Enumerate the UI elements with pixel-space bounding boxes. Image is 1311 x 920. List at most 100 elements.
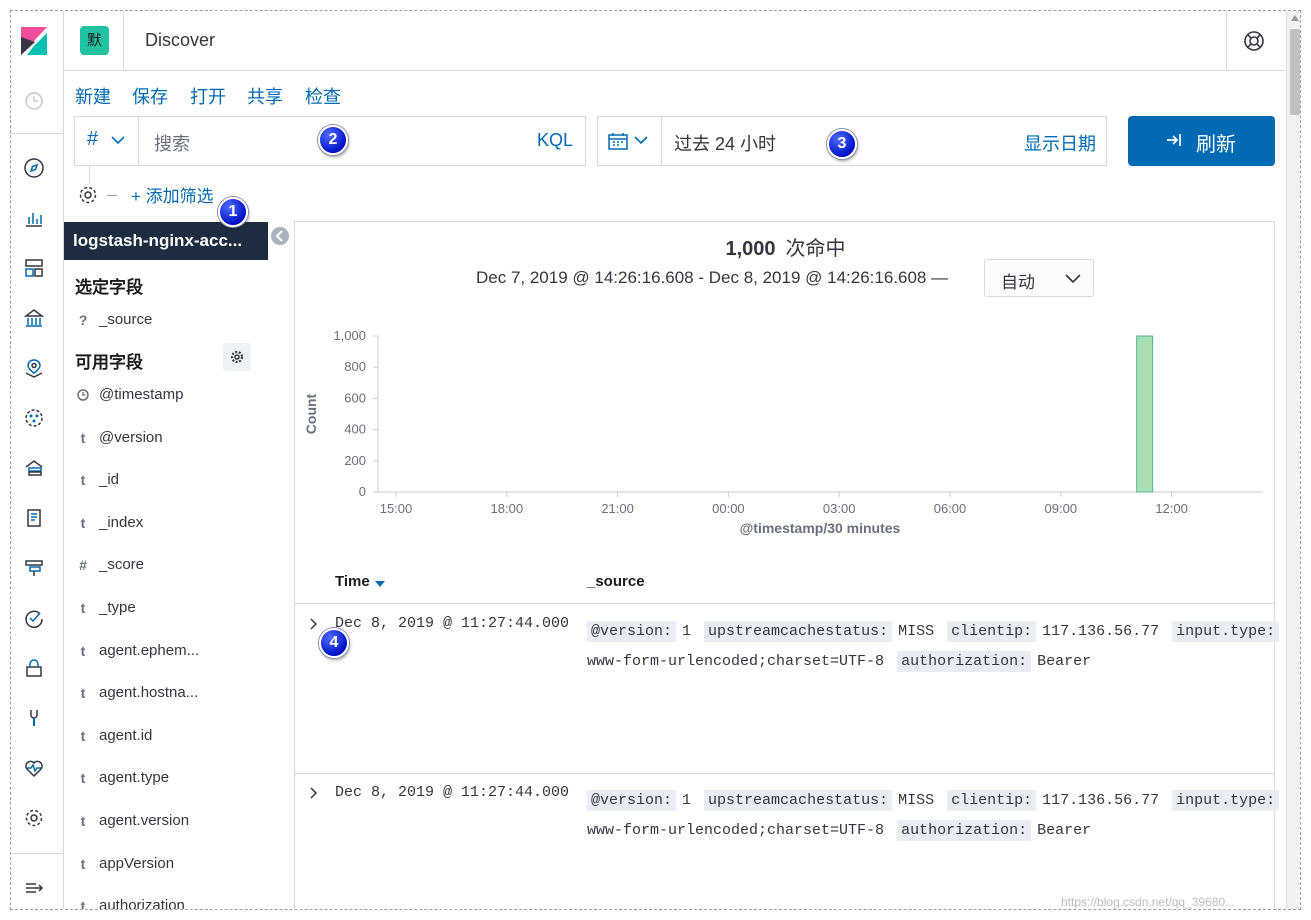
scrollbar-thumb[interactable]: [1290, 29, 1300, 115]
refresh-button[interactable]: 刷新: [1128, 116, 1275, 166]
field-type-icon: t: [80, 770, 86, 787]
page-scrollbar[interactable]: [1286, 11, 1300, 909]
search-input[interactable]: 搜索: [154, 130, 190, 156]
field-item[interactable]: t agent.id: [75, 726, 275, 750]
date-type-clock-icon: [75, 387, 91, 404]
monitoring-heartbeat-icon[interactable]: [23, 757, 45, 779]
show-dates-link[interactable]: 显示日期: [1024, 130, 1096, 156]
visualize-chart-icon[interactable]: [23, 207, 45, 229]
interval-select[interactable]: 自动: [984, 259, 1094, 297]
logs-icon[interactable]: [23, 507, 45, 529]
scroll-up-arrow-icon[interactable]: [1291, 15, 1299, 21]
index-pattern-selector[interactable]: logstash-nginx-acc...: [64, 222, 268, 260]
col-time-header[interactable]: Time: [335, 573, 370, 590]
x-tick-label: 06:00: [934, 501, 967, 516]
quick-menu-button[interactable]: [598, 117, 662, 165]
field-type-icon: #: [79, 557, 87, 574]
available-fields-title: 可用字段: [75, 353, 143, 372]
chevron-down-icon: [1065, 274, 1081, 284]
field-item[interactable]: t agent.hostna...: [75, 683, 275, 707]
source-field: authorization: Bearer: [897, 651, 1092, 672]
uptime-icon[interactable]: [23, 607, 45, 629]
field-name: agent.type: [99, 769, 170, 787]
expand-chevron-right-icon[interactable]: [307, 786, 321, 800]
field-type-icon: t: [80, 813, 86, 829]
col-source-header: _source: [587, 573, 645, 590]
row-timestamp: Dec 8, 2019 @ 11:27:44.000: [335, 615, 570, 632]
recent-clock-icon[interactable]: [24, 91, 44, 111]
field-name: _index: [99, 513, 144, 531]
management-gear-icon[interactable]: [23, 807, 45, 829]
dashboard-icon[interactable]: [23, 257, 45, 279]
source-field: @version: 1: [587, 790, 700, 811]
help-lifebuoy-icon[interactable]: [1242, 29, 1266, 53]
dev-tools-wrench-icon[interactable]: [23, 707, 45, 729]
apm-icon[interactable]: [23, 557, 45, 579]
infrastructure-icon[interactable]: [23, 457, 45, 479]
field-name: agent.hostna...: [99, 684, 199, 702]
row-timestamp: Dec 8, 2019 @ 11:27:44.000: [335, 784, 570, 801]
ml-icon[interactable]: [23, 407, 45, 429]
source-field-value: Bearer: [1037, 653, 1092, 670]
doc-table-header: Time _source: [295, 562, 1274, 604]
collapse-sidebar-icon[interactable]: [270, 226, 290, 246]
y-tick-label: 800: [344, 359, 366, 374]
field-filter-button[interactable]: [223, 343, 251, 371]
discover-compass-icon[interactable]: [23, 157, 45, 179]
field-item[interactable]: @timestamp: [75, 385, 275, 409]
refresh-label: 刷新: [1196, 134, 1236, 156]
dock-navigation-icon[interactable]: [23, 877, 45, 899]
field-item[interactable]: # _score: [75, 555, 275, 579]
time-range-label[interactable]: 过去 24 小时: [674, 130, 776, 156]
language-glyph: #: [87, 128, 99, 150]
app-header: 默 Discover: [64, 11, 1286, 71]
field-type-icon: t: [80, 855, 86, 872]
field-item[interactable]: t _index: [75, 513, 275, 537]
watermark-text: https://blog.csdn.net/qq_39680...: [1061, 895, 1236, 909]
field-name: @version: [99, 428, 163, 446]
siem-lock-icon[interactable]: [23, 657, 45, 679]
add-filter-button[interactable]: + 添加筛选: [131, 182, 214, 207]
hit-count: 1,000 次命中: [295, 232, 1276, 261]
field-item[interactable]: ? _source: [75, 310, 275, 334]
field-item[interactable]: t authorization: [75, 896, 275, 910]
field-item[interactable]: t _id: [75, 470, 275, 494]
left-nav: [11, 11, 64, 909]
space-badge[interactable]: 默: [80, 26, 109, 55]
x-tick-label: 03:00: [823, 501, 856, 516]
menu-share[interactable]: 共享: [247, 83, 283, 109]
field-item[interactable]: t agent.type: [75, 768, 275, 792]
source-field-value: 1: [682, 792, 692, 809]
field-type-icon: t: [80, 429, 86, 446]
field-name: _type: [99, 599, 136, 616]
kibana-logo-icon[interactable]: [21, 27, 47, 55]
expand-chevron-right-icon[interactable]: [307, 617, 321, 631]
menu-new[interactable]: 新建: [75, 83, 111, 109]
field-item[interactable]: t @version: [75, 428, 275, 452]
menu-inspect[interactable]: 检查: [305, 83, 341, 109]
source-field-key: authorization:: [897, 820, 1032, 841]
app-frame: 默 Discover 新建 保存 打开 共享 检查 # 搜索 KQL 过去 24…: [10, 10, 1301, 910]
field-item[interactable]: t agent.version: [75, 811, 275, 835]
table-row[interactable]: Dec 8, 2019 @ 11:27:44.000 @version: 1 ups…: [295, 774, 1300, 909]
field-name: authorization: [99, 897, 185, 910]
selected-fields-title: 选定字段: [75, 278, 143, 297]
field-item[interactable]: t _type: [75, 598, 275, 622]
menu-save[interactable]: 保存: [132, 83, 168, 109]
field-item[interactable]: t agent.ephem...: [75, 641, 275, 665]
canvas-icon[interactable]: [23, 307, 45, 329]
maps-icon[interactable]: [23, 357, 45, 379]
x-tick-label: 12:00: [1155, 501, 1188, 516]
sort-down-icon[interactable]: [375, 581, 385, 587]
query-language-switcher[interactable]: #: [75, 117, 139, 165]
table-row[interactable]: Dec 8, 2019 @ 11:27:44.000 @version: 1 ups…: [295, 605, 1300, 774]
field-type-icon: t: [80, 600, 86, 616]
interval-value: 自动: [1001, 273, 1035, 292]
filter-settings-gear-icon[interactable]: [77, 184, 99, 206]
source-field-key: @version:: [587, 790, 677, 811]
field-item[interactable]: t appVersion: [75, 854, 275, 878]
kql-toggle[interactable]: KQL: [537, 130, 573, 151]
x-tick-label: 18:00: [491, 501, 524, 516]
source-field-value: MISS: [898, 623, 935, 640]
menu-open[interactable]: 打开: [190, 83, 226, 109]
